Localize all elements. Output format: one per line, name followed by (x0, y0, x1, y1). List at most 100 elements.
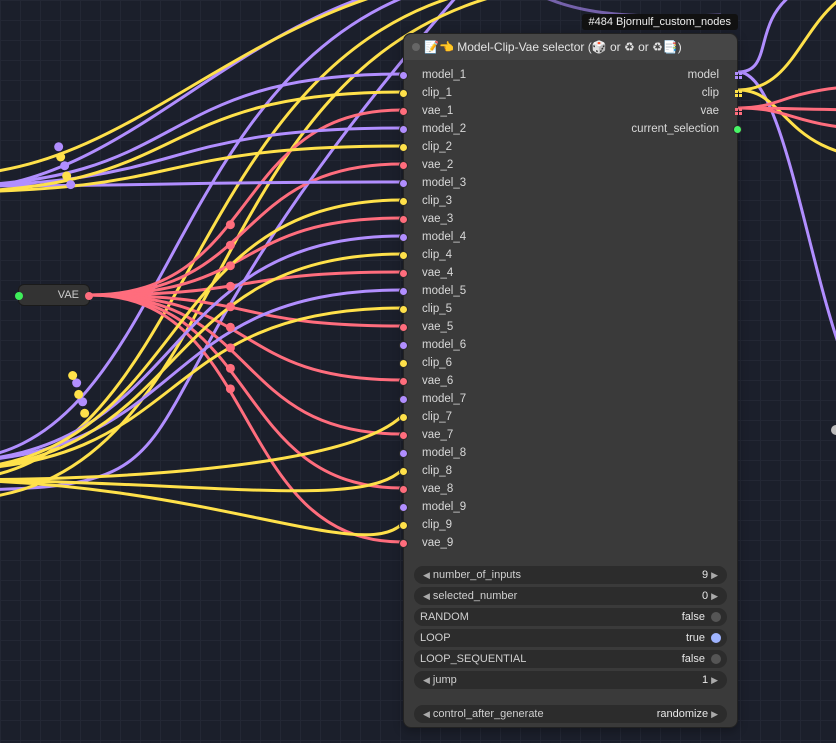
io-row: clip_8 (404, 462, 737, 480)
input-slot-vae_6[interactable] (399, 377, 408, 386)
io-row: vae_3 (404, 210, 737, 228)
input-label: vae_9 (414, 537, 453, 549)
widget-jump[interactable]: ◀ jump 1 ▶ (414, 671, 727, 689)
input-label: model_7 (414, 393, 466, 405)
input-slot-clip_4[interactable] (399, 251, 408, 260)
output-label: clip (702, 87, 727, 99)
widget-loop[interactable]: LOOP true (414, 629, 727, 647)
output-slot-model[interactable] (734, 71, 742, 79)
input-slot-vae_7[interactable] (399, 431, 408, 440)
input-slot-vae_3[interactable] (399, 215, 408, 224)
input-slot-clip_3[interactable] (399, 197, 408, 206)
input-slot-model_9[interactable] (399, 503, 408, 512)
io-row: vae_8 (404, 480, 737, 498)
io-row: model_3 (404, 174, 737, 192)
widget-selected-number[interactable]: ◀ selected_number 0 ▶ (414, 587, 727, 605)
vae-node-input-dot[interactable] (15, 292, 23, 300)
input-label: model_3 (414, 177, 466, 189)
node-header[interactable]: 📝👈 Model-Clip-Vae selector (🎲 or ♻ or ♻📑… (404, 34, 737, 60)
input-label: vae_7 (414, 429, 453, 441)
arrow-right-icon[interactable]: ▶ (708, 591, 721, 602)
io-row: vae_6 (404, 372, 737, 390)
input-slot-vae_9[interactable] (399, 539, 408, 548)
widget-random[interactable]: RANDOM false (414, 608, 727, 626)
input-label: model_1 (414, 69, 466, 81)
input-slot-model_3[interactable] (399, 179, 408, 188)
input-label: clip_1 (414, 87, 452, 99)
output-slot-vae[interactable] (734, 107, 742, 115)
arrow-left-icon[interactable]: ◀ (420, 591, 433, 602)
input-label: clip_8 (414, 465, 452, 477)
input-label: vae_4 (414, 267, 453, 279)
toggle-knob[interactable] (711, 612, 721, 622)
widget-number-of-inputs[interactable]: ◀ number_of_inputs 9 ▶ (414, 566, 727, 584)
widget-control-after-generate[interactable]: ◀ control_after_generate randomize ▶ (414, 705, 727, 723)
io-row: vae_7 (404, 426, 737, 444)
output-label: vae (700, 105, 727, 117)
input-label: vae_3 (414, 213, 453, 225)
io-row: clip_4 (404, 246, 737, 264)
input-slot-vae_5[interactable] (399, 323, 408, 332)
io-row: clip_5 (404, 300, 737, 318)
vae-node-output-dot[interactable] (85, 292, 93, 300)
input-slot-vae_1[interactable] (399, 107, 408, 116)
node-source-tag: #484 Bjornulf_custom_nodes (582, 14, 738, 30)
input-slot-model_2[interactable] (399, 125, 408, 134)
io-row: clip_2 (404, 138, 737, 156)
input-slot-clip_2[interactable] (399, 143, 408, 152)
input-label: clip_5 (414, 303, 452, 315)
input-slot-clip_7[interactable] (399, 413, 408, 422)
input-slot-vae_8[interactable] (399, 485, 408, 494)
io-row: clip_1 clip (404, 84, 737, 102)
arrow-right-icon[interactable]: ▶ (708, 709, 721, 720)
arrow-left-icon[interactable]: ◀ (420, 675, 433, 686)
io-row: vae_2 (404, 156, 737, 174)
io-row: vae_1vae (404, 102, 737, 120)
io-row: clip_6 (404, 354, 737, 372)
arrow-left-icon[interactable]: ◀ (420, 570, 433, 581)
io-row: model_2current_selection (404, 120, 737, 138)
input-label: clip_6 (414, 357, 452, 369)
input-slot-model_6[interactable] (399, 341, 408, 350)
input-label: clip_9 (414, 519, 452, 531)
arrow-left-icon[interactable]: ◀ (420, 709, 433, 720)
input-slot-model_7[interactable] (399, 395, 408, 404)
node-widgets: ◀ number_of_inputs 9 ▶ ◀ selected_number… (404, 562, 737, 727)
output-slot-current_selection[interactable] (733, 125, 742, 134)
input-slot-model_5[interactable] (399, 287, 408, 296)
output-label: model (688, 69, 727, 81)
input-slot-clip_9[interactable] (399, 521, 408, 530)
input-slot-model_8[interactable] (399, 449, 408, 458)
widget-loop-sequential[interactable]: LOOP_SEQUENTIAL false (414, 650, 727, 668)
input-slot-clip_1[interactable] (399, 89, 408, 98)
input-slot-model_1[interactable] (399, 71, 408, 80)
io-row: vae_4 (404, 264, 737, 282)
input-label: model_4 (414, 231, 466, 243)
io-row: clip_9 (404, 516, 737, 534)
toggle-knob[interactable] (711, 633, 721, 643)
arrow-right-icon[interactable]: ▶ (708, 570, 721, 581)
reroute-dot[interactable] (831, 425, 836, 435)
output-slot-clip[interactable] (734, 89, 742, 97)
input-label: clip_3 (414, 195, 452, 207)
input-slot-clip_5[interactable] (399, 305, 408, 314)
input-slot-clip_8[interactable] (399, 467, 408, 476)
selector-node[interactable]: 📝👈 Model-Clip-Vae selector (🎲 or ♻ or ♻📑… (403, 33, 738, 728)
io-row: model_9 (404, 498, 737, 516)
collapse-icon[interactable] (412, 43, 420, 51)
input-slot-clip_6[interactable] (399, 359, 408, 368)
io-row: clip_3 (404, 192, 737, 210)
vae-node-label: VAE (58, 289, 79, 301)
input-label: model_5 (414, 285, 466, 297)
toggle-knob[interactable] (711, 654, 721, 664)
vae-node[interactable]: VAE (18, 284, 90, 306)
input-label: model_2 (414, 123, 466, 135)
node-body: model_1 model clip_1 clip vae_1vaemodel_2cur… (404, 60, 737, 562)
arrow-right-icon[interactable]: ▶ (708, 675, 721, 686)
io-row: model_8 (404, 444, 737, 462)
input-label: model_8 (414, 447, 466, 459)
input-slot-model_4[interactable] (399, 233, 408, 242)
input-slot-vae_2[interactable] (399, 161, 408, 170)
input-label: model_6 (414, 339, 466, 351)
input-slot-vae_4[interactable] (399, 269, 408, 278)
